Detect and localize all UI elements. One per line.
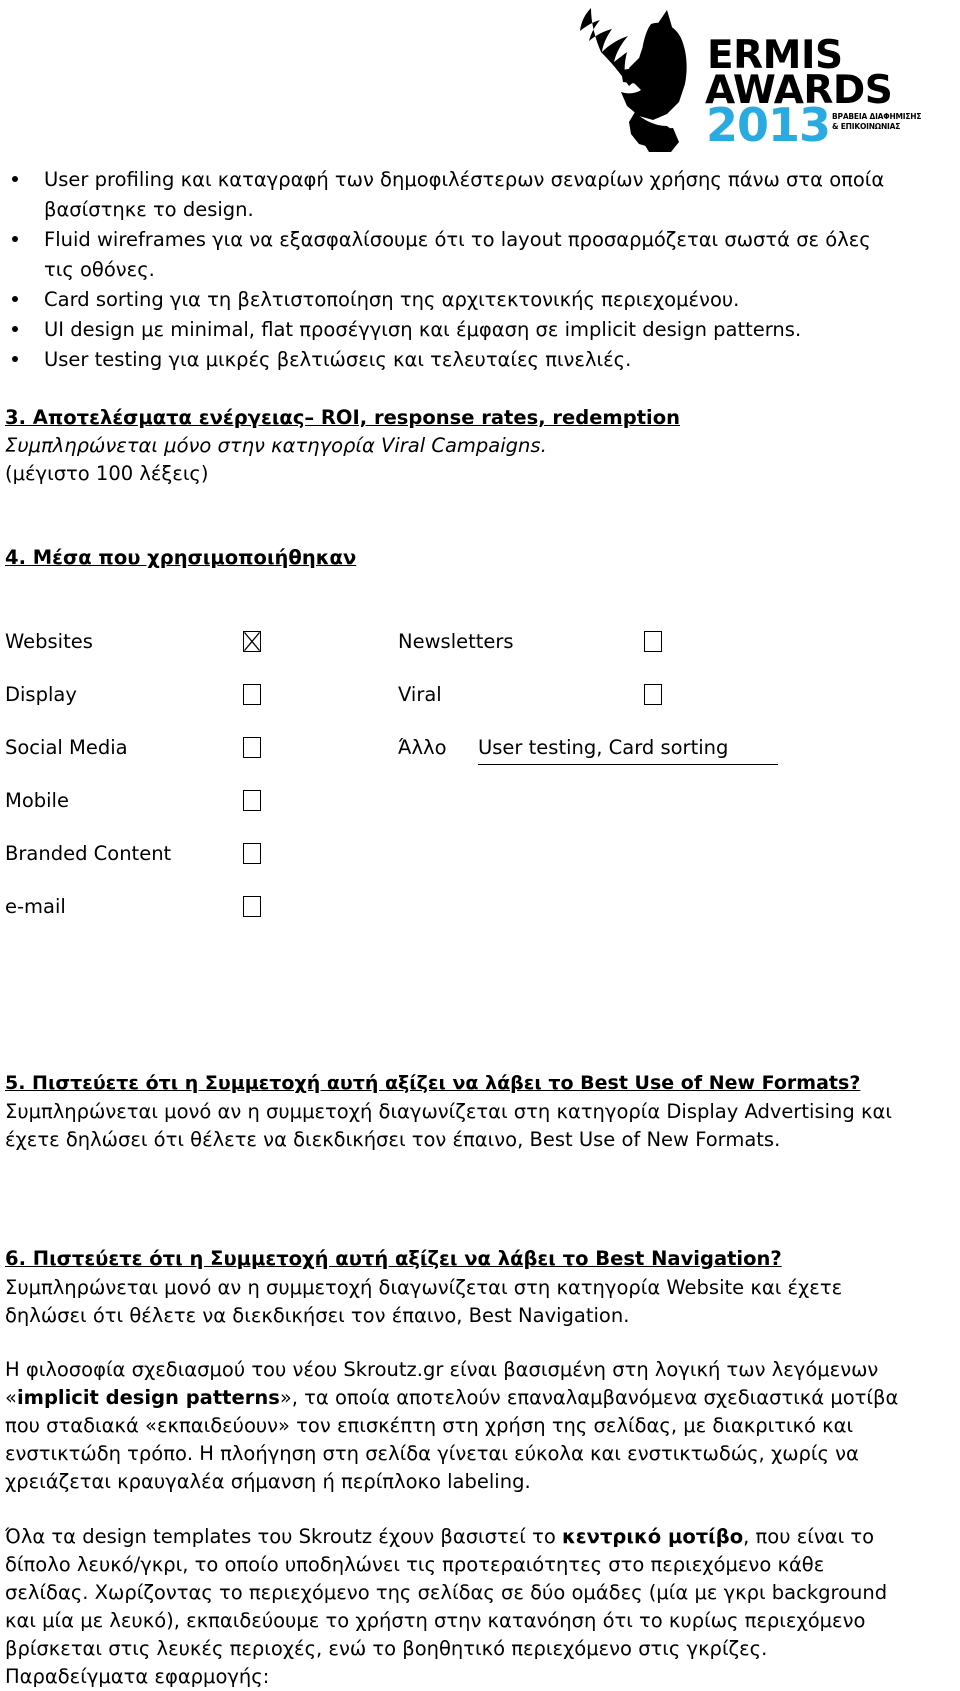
document-page: ERMIS AWARDS 2013 ΒΡΑΒΕΙΑ ΔΙΑΦΗΜΙΣΗΣ & Ε…	[0, 0, 960, 1688]
list-item-text: UI design με minimal, flat προσέγγιση κα…	[44, 318, 802, 341]
list-item: UI design με minimal, flat προσέγγιση κα…	[0, 315, 905, 345]
paragraph-emphasis-kentriko-motivo: κεντρικό μοτίβο	[561, 1525, 744, 1548]
bullet-icon	[12, 296, 18, 302]
list-item-text: Fluid wireframes για να εξασφαλίσουμε ότ…	[44, 228, 871, 281]
checkbox-branded-content[interactable]	[243, 843, 261, 864]
media-row: e-mail	[0, 893, 900, 946]
media-label-viral: Viral	[398, 683, 442, 706]
media-checkbox-grid: Websites Newsletters Display Viral Socia…	[0, 628, 900, 946]
checkbox-display[interactable]	[243, 684, 261, 705]
list-item: Card sorting για τη βελτιστοποίηση της α…	[0, 285, 905, 315]
list-item-text: User testing για μικρές βελτιώσεις και τ…	[44, 348, 632, 371]
checkbox-newsletters[interactable]	[644, 631, 662, 652]
media-label-social-media: Social Media	[5, 736, 128, 759]
checkbox-social-media[interactable]	[243, 737, 261, 758]
bullet-icon	[12, 356, 18, 362]
section-5-body: Συμπληρώνεται μονό αν η συμμετοχή διαγων…	[5, 1100, 892, 1151]
hermes-head-icon	[555, 2, 715, 152]
bullet-icon	[12, 326, 18, 332]
media-row: Display Viral	[0, 681, 900, 734]
media-label-newsletters: Newsletters	[398, 630, 514, 653]
logo-subtitle: ΒΡΑΒΕΙΑ ΔΙΑΦΗΜΙΣΗΣ & ΕΠΙΚΟΙΝΩΝΙΑΣ	[832, 112, 922, 132]
checkbox-mobile[interactable]	[243, 790, 261, 811]
list-item-text: Card sorting για τη βελτιστοποίηση της α…	[44, 288, 740, 311]
other-media-input[interactable]: User testing, Card sorting	[478, 734, 778, 765]
bullet-icon	[12, 236, 18, 242]
paragraph-implicit-patterns: Η φιλοσοφία σχεδιασμού του νέου Skroutz.…	[5, 1356, 910, 1496]
checkbox-viral[interactable]	[644, 684, 662, 705]
paragraph-text-part-1: Όλα τα design templates του Skroutz έχου…	[5, 1525, 562, 1548]
media-label-mobile: Mobile	[5, 789, 69, 812]
logo-wordmark: ERMIS AWARDS 2013 ΒΡΑΒΕΙΑ ΔΙΑΦΗΜΙΣΗΣ & Ε…	[705, 16, 921, 152]
media-label-other: Άλλο	[398, 736, 447, 759]
section-4-heading: 4. Μέσα που χρησιμοποιήθηκαν	[5, 546, 357, 569]
checkbox-email[interactable]	[243, 896, 261, 917]
paragraph-central-motif: Όλα τα design templates του Skroutz έχου…	[5, 1523, 910, 1691]
section-3-word-limit: (μέγιστο 100 λέξεις)	[5, 462, 209, 485]
section-6-body: Συμπληρώνεται μονό αν η συμμετοχή διαγων…	[5, 1276, 843, 1327]
section-5-heading: 5. Πιστεύετε ότι η Συμμετοχή αυτή αξίζει…	[5, 1072, 861, 1094]
bullet-icon	[12, 176, 18, 182]
section-3-heading: 3. Αποτελέσματα ενέργειας– ROI, response…	[5, 406, 680, 429]
list-item: Fluid wireframes για να εξασφαλίσουμε ότ…	[0, 225, 905, 285]
list-item-text: User profiling και καταγραφή των δημοφιλ…	[44, 168, 885, 221]
list-item: User profiling και καταγραφή των δημοφιλ…	[0, 165, 905, 225]
media-row: Websites Newsletters	[0, 628, 900, 681]
media-label-websites: Websites	[5, 630, 93, 653]
logo-year: 2013	[706, 98, 831, 152]
ermis-awards-logo: ERMIS AWARDS 2013 ΒΡΑΒΕΙΑ ΔΙΑΦΗΜΙΣΗΣ & Ε…	[555, 2, 921, 154]
list-item: User testing για μικρές βελτιώσεις και τ…	[0, 345, 905, 375]
paragraph-text-part-2: , που είναι το δίπολο λευκό/γκρι, το οπο…	[5, 1525, 888, 1688]
media-row: Branded Content	[0, 840, 900, 893]
design-process-bullet-list: User profiling και καταγραφή των δημοφιλ…	[0, 165, 905, 375]
section-3-note: Συμπληρώνεται μόνο στην κατηγορία Viral …	[5, 434, 547, 457]
media-row: Mobile	[0, 787, 900, 840]
checkbox-websites[interactable]	[243, 631, 261, 652]
media-row: Social Media Άλλο User testing, Card sor…	[0, 734, 900, 787]
media-label-email: e-mail	[5, 895, 66, 918]
section-6-heading: 6. Πιστεύετε ότι η Συμμετοχή αυτή αξίζει…	[5, 1247, 782, 1270]
paragraph-emphasis-implicit-design-patterns: implicit design patterns	[16, 1386, 280, 1409]
media-label-branded-content: Branded Content	[5, 842, 172, 865]
media-label-display: Display	[5, 683, 77, 706]
